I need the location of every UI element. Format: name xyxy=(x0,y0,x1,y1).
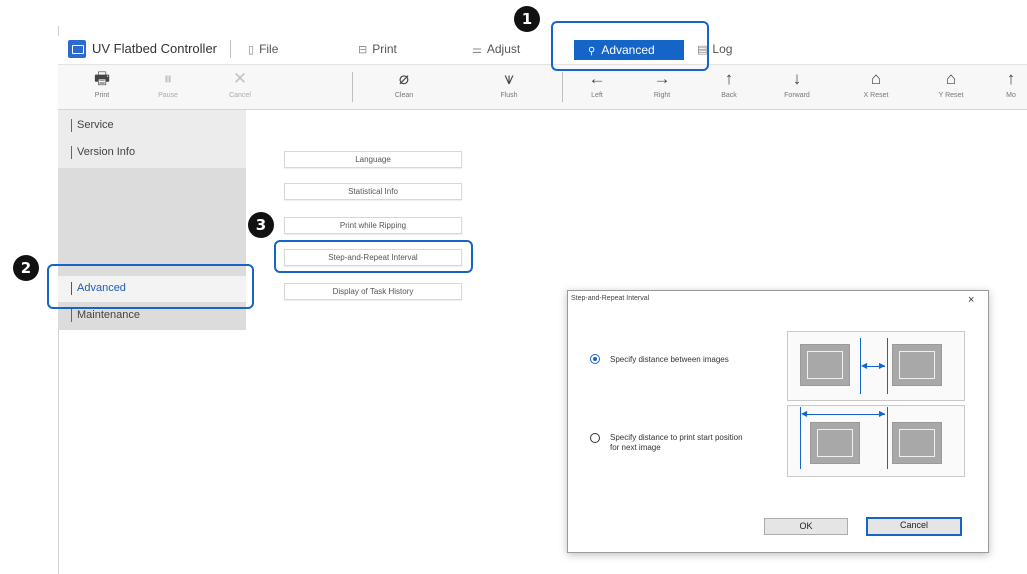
toolbar-clean-button[interactable]: ⌀ Clean xyxy=(378,69,430,100)
toolbar-left-button[interactable]: ← Left xyxy=(571,69,623,100)
sidebar-item-service[interactable]: Service xyxy=(71,119,114,132)
sidebar-item-maintenance[interactable]: Maintenance xyxy=(71,309,140,322)
printer-icon: 🖶 xyxy=(93,69,111,88)
file-icon: ▯ xyxy=(248,44,255,56)
image-placeholder-icon xyxy=(892,422,942,464)
arrow-right-icon: → xyxy=(653,69,671,88)
more-icon: ↑ xyxy=(1006,70,1016,88)
toolbar-cancel-button[interactable]: ✕ Cancel xyxy=(214,69,266,100)
arrow-right-head-icon: ▶ xyxy=(879,361,886,370)
option-start-position-radio[interactable] xyxy=(590,433,600,443)
ok-button[interactable]: OK xyxy=(764,518,848,535)
pause-icon: ⏸ xyxy=(163,69,173,88)
cancel-icon: ✕ xyxy=(232,69,248,88)
image-placeholder-icon xyxy=(810,422,860,464)
toolbar-flush-button[interactable]: ⩛ Flush xyxy=(483,69,535,100)
callout-advanced-menu xyxy=(551,21,709,71)
clean-icon: ⌀ xyxy=(398,69,410,88)
arrow-left-head-icon: ◀ xyxy=(801,409,808,418)
start-distance-arrow-icon xyxy=(803,414,885,415)
menu-adjust[interactable]: ⚌ Adjust xyxy=(472,42,520,56)
toolbar-right-button[interactable]: → Right xyxy=(636,69,688,100)
menu-file[interactable]: ▯ File xyxy=(248,42,278,56)
print-while-ripping-button[interactable]: Print while Ripping xyxy=(284,217,462,234)
toolbar-pause-button[interactable]: ⏸ Pause xyxy=(142,69,194,100)
toolbar-x-reset-button[interactable]: ⌂ X Reset xyxy=(850,69,902,100)
flush-icon: ⩛ xyxy=(504,69,514,88)
dialog-title: Step-and-Repeat Interval xyxy=(571,295,650,302)
option-start-position-label: Specify distance to print start position… xyxy=(610,433,743,452)
callout-number-one: 1 xyxy=(514,6,540,32)
sidebar-item-version-info[interactable]: Version Info xyxy=(71,146,135,159)
toolbar-print-button[interactable]: 🖶 Print xyxy=(76,69,128,100)
arrow-down-icon: ↓ xyxy=(792,69,802,88)
language-button[interactable]: Language xyxy=(284,151,462,168)
guide-line xyxy=(887,407,888,469)
option-between-images-label: Specify distance between images xyxy=(610,355,729,364)
toolbar-y-reset-button[interactable]: ⌂ Y Reset xyxy=(925,69,977,100)
home-x-icon: ⌂ xyxy=(870,69,882,88)
toolbar-back-button[interactable]: ↑ Back xyxy=(703,69,755,100)
adjust-icon: ⚌ xyxy=(472,44,482,56)
toolbar-divider-2 xyxy=(562,72,563,102)
app-logo-icon xyxy=(68,40,86,58)
arrow-right-head-icon: ▶ xyxy=(879,409,886,418)
callout-number-two: 2 xyxy=(13,255,39,281)
guide-line xyxy=(887,338,888,394)
callout-step-and-repeat xyxy=(274,240,473,273)
image-placeholder-icon xyxy=(800,344,850,386)
callout-advanced-sidebar xyxy=(47,264,254,309)
print-icon: ⊟ xyxy=(358,44,368,56)
toolbar-divider xyxy=(352,72,353,102)
arrow-up-icon: ↑ xyxy=(724,69,734,88)
dialog-close-button[interactable]: × xyxy=(968,294,974,306)
menu-print[interactable]: ⊟ Print xyxy=(358,42,397,56)
title-divider xyxy=(230,40,231,58)
app-title: UV Flatbed Controller xyxy=(92,41,217,56)
cancel-button[interactable]: Cancel xyxy=(866,517,962,536)
arrow-left-head-icon: ◀ xyxy=(861,361,868,370)
option-between-images-radio[interactable] xyxy=(590,354,600,364)
image-placeholder-icon xyxy=(892,344,942,386)
callout-number-three: 3 xyxy=(248,212,274,238)
arrow-left-icon: ← xyxy=(588,69,606,88)
toolbar-forward-button[interactable]: ↓ Forward xyxy=(771,69,823,100)
display-of-task-history-button[interactable]: Display of Task History xyxy=(284,283,462,300)
toolbar-more-button[interactable]: ↑ Mo xyxy=(995,70,1027,99)
statistical-info-button[interactable]: Statistical Info xyxy=(284,183,462,200)
home-y-icon: ⌂ xyxy=(945,69,957,88)
